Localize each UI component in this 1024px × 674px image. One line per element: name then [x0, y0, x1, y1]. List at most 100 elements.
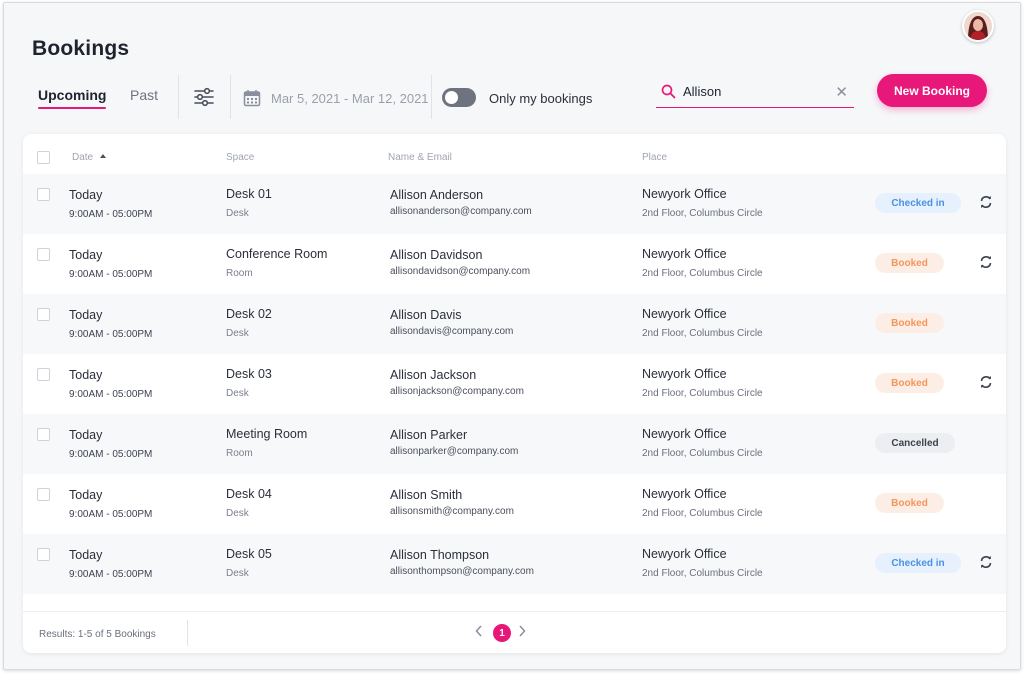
filter-button[interactable] [193, 87, 215, 107]
table-row[interactable]: Today 9:00AM - 05:00PM Desk 02 Desk Allison … [23, 294, 1006, 354]
person-name: Allison Anderson [390, 188, 484, 202]
space-name: Desk 01 [226, 187, 272, 201]
space-type: Room [226, 448, 253, 459]
tab-past[interactable]: Past [130, 87, 158, 103]
page-title: Bookings [32, 37, 130, 60]
table-row[interactable]: Today 9:00AM - 05:00PM Meeting Room Room All… [23, 414, 1006, 474]
new-booking-button[interactable]: New Booking [877, 74, 987, 107]
search-icon [661, 84, 676, 99]
place-name: Newyork Office [642, 247, 727, 261]
place-name: Newyork Office [642, 547, 727, 561]
booking-time: 9:00AM - 05:00PM [69, 509, 153, 520]
date-range-picker[interactable]: Mar 5, 2021 - Mar 12, 2021 [243, 87, 429, 109]
row-checkbox[interactable] [37, 548, 50, 561]
place-name: Newyork Office [642, 367, 727, 381]
person-email: allisonjackson@company.com [390, 386, 524, 397]
person-name: Allison Davidson [390, 248, 483, 262]
table-row[interactable]: Today 9:00AM - 05:00PM Desk 04 Desk Allison … [23, 474, 1006, 534]
table-row[interactable]: Today 9:00AM - 05:00PM Conference Room Room… [23, 234, 1006, 294]
place-name: Newyork Office [642, 307, 727, 321]
table-row[interactable]: Today 9:00AM - 05:00PM Desk 03 Desk Allison … [23, 354, 1006, 414]
recurring-button[interactable] [979, 255, 993, 269]
space-name: Desk 02 [226, 307, 272, 321]
booking-time: 9:00AM - 05:00PM [69, 209, 153, 220]
booking-date: Today [69, 488, 103, 502]
place-detail: 2nd Floor, Columbus Circle [642, 328, 763, 339]
status-badge: Booked [875, 253, 944, 273]
chevron-right-icon[interactable] [518, 625, 526, 640]
refresh-icon [980, 556, 992, 568]
status-badge: Booked [875, 493, 944, 513]
row-checkbox[interactable] [37, 188, 50, 201]
row-checkbox[interactable] [37, 428, 50, 441]
status-badge: Booked [875, 313, 944, 333]
app-window: Bookings Upcoming Past Mar 5, 2021 - Mar… [3, 2, 1021, 670]
search-input[interactable]: Allison [683, 84, 721, 99]
column-name-email: Name & Email [388, 152, 452, 163]
column-date[interactable]: Date [72, 152, 107, 163]
toggle-knob [445, 91, 458, 104]
place-name: Newyork Office [642, 187, 727, 201]
space-name: Desk 04 [226, 487, 272, 501]
tab-upcoming[interactable]: Upcoming [38, 87, 107, 109]
sort-up-icon [99, 154, 106, 158]
person-name: Allison Jackson [390, 368, 477, 382]
row-checkbox[interactable] [37, 248, 50, 261]
table-header: Date Space Name & Email Place [23, 134, 1006, 174]
date-range-text: Mar 5, 2021 - Mar 12, 2021 [271, 90, 429, 106]
place-detail: 2nd Floor, Columbus Circle [642, 448, 763, 459]
booking-date: Today [69, 548, 103, 562]
select-all-checkbox[interactable] [37, 151, 50, 164]
bookings-table: Date Space Name & Email Place Today 9:00A… [23, 134, 1006, 653]
filter-sliders-icon [194, 87, 214, 107]
refresh-icon [980, 196, 992, 208]
recurring-button[interactable] [979, 375, 993, 389]
status-badge: Checked in [875, 553, 961, 573]
recurring-button[interactable] [979, 195, 993, 209]
divider [178, 75, 179, 119]
booking-time: 9:00AM - 05:00PM [69, 389, 153, 400]
results-count: Results: 1-5 of 5 Bookings [39, 629, 156, 640]
row-checkbox[interactable] [37, 368, 50, 381]
person-name: Allison Smith [390, 488, 463, 502]
space-type: Desk [226, 568, 249, 579]
space-name: Meeting Room [226, 427, 308, 441]
booking-time: 9:00AM - 05:00PM [69, 269, 153, 280]
clear-icon[interactable]: ✕ [835, 83, 848, 101]
user-avatar[interactable] [962, 10, 994, 42]
status-badge: Cancelled [875, 433, 955, 453]
chevron-left-icon[interactable] [475, 625, 483, 640]
space-name: Desk 03 [226, 367, 272, 381]
search-field[interactable]: Allison ✕ [656, 77, 854, 108]
only-my-bookings-toggle[interactable] [442, 88, 476, 107]
column-date-label: Date [72, 152, 94, 163]
divider [187, 620, 188, 646]
booking-date: Today [69, 308, 103, 322]
person-name: Allison Davis [390, 308, 462, 322]
booking-date: Today [69, 188, 103, 202]
space-type: Room [226, 268, 253, 279]
booking-date: Today [69, 368, 103, 382]
row-checkbox[interactable] [37, 488, 50, 501]
row-checkbox[interactable] [37, 308, 50, 321]
space-type: Desk [226, 208, 249, 219]
person-name: Allison Parker [390, 428, 468, 442]
booking-date: Today [69, 248, 103, 262]
booking-time: 9:00AM - 05:00PM [69, 329, 153, 340]
recurring-button[interactable] [979, 555, 993, 569]
table-footer: Results: 1-5 of 5 Bookings 1 [23, 611, 1006, 653]
status-badge: Checked in [875, 193, 961, 213]
table-row[interactable]: Today 9:00AM - 05:00PM Desk 05 Desk Allison … [23, 534, 1006, 594]
refresh-icon [980, 256, 992, 268]
refresh-icon [980, 376, 992, 388]
booking-date: Today [69, 428, 103, 442]
place-detail: 2nd Floor, Columbus Circle [642, 568, 763, 579]
place-detail: 2nd Floor, Columbus Circle [642, 208, 763, 219]
table-row[interactable]: Today 9:00AM - 05:00PM Desk 01 Desk Allison … [23, 174, 1006, 234]
person-email: allisonparker@company.com [390, 446, 519, 457]
page-number-current[interactable]: 1 [493, 624, 511, 642]
place-detail: 2nd Floor, Columbus Circle [642, 508, 763, 519]
divider [230, 75, 231, 119]
toggle-label: Only my bookings [489, 91, 593, 106]
divider [431, 75, 432, 119]
